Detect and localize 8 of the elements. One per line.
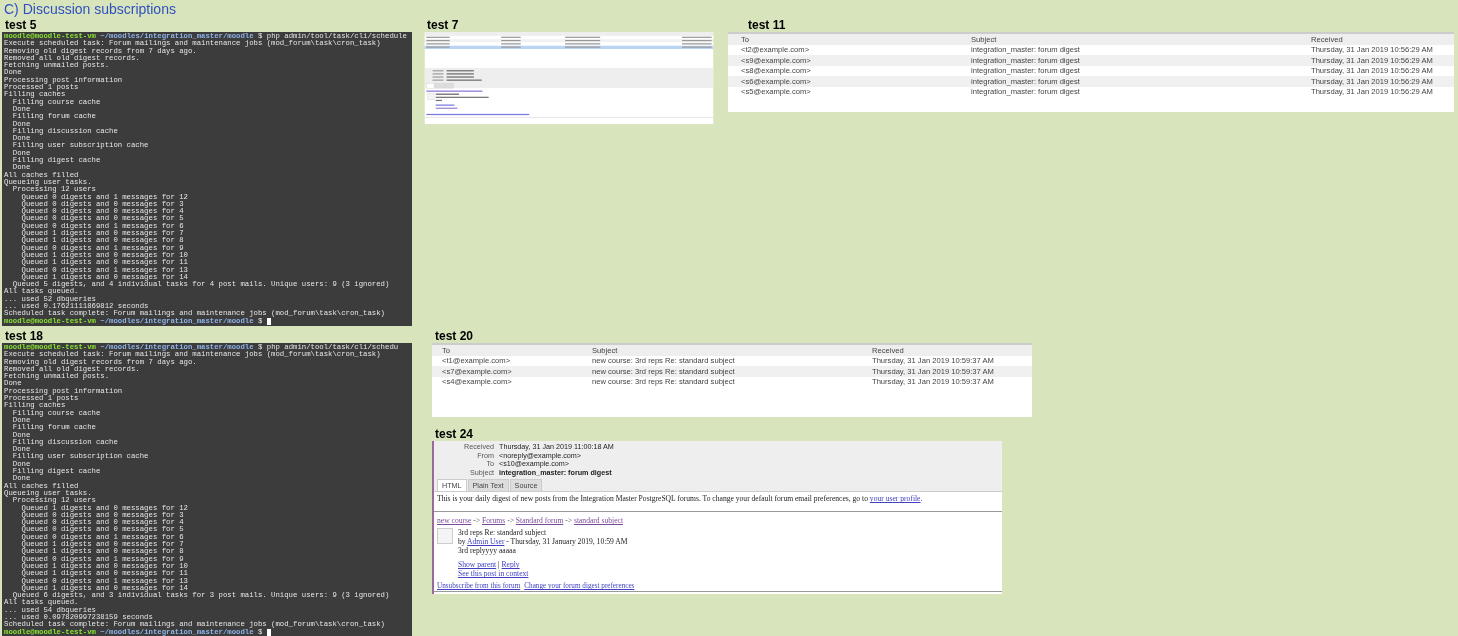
section-label: test 5 — [4, 18, 37, 32]
section-label: test 7 — [426, 18, 459, 32]
section-label: test 20 — [434, 329, 474, 343]
section-label: test 18 — [4, 329, 44, 343]
section-label: test 11 — [747, 18, 786, 32]
section-label: test 24 — [434, 427, 474, 441]
avatar-icon — [437, 528, 453, 545]
page-title: C) Discussion subscriptions — [3, 1, 176, 18]
